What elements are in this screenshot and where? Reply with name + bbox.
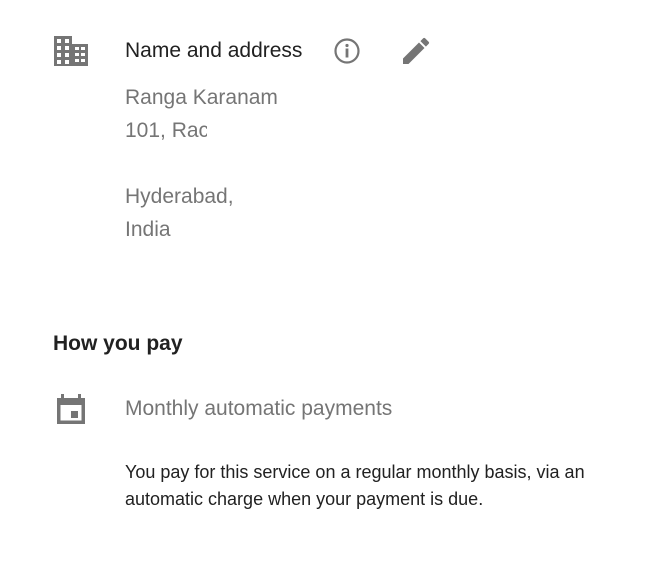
billing-settings-page: Name and address Ranga Karanam 101, Rac … [0,0,661,582]
info-icon[interactable] [333,37,361,65]
edit-pencil-icon[interactable] [400,35,432,67]
payment-heading: How you pay [53,332,183,355]
address-line: India [125,218,171,241]
section-title-name-address: Name and address [125,39,303,62]
address-line: Ranga Karanam [125,86,278,109]
calendar-icon [54,393,88,427]
payment-method-label: Monthly automatic payments [125,397,393,420]
address-line: Hyderabad, [125,185,234,208]
address-line: 101, Rac [125,119,207,142]
payment-description: You pay for this service on a regular mo… [125,462,585,509]
building-icon [54,36,88,66]
